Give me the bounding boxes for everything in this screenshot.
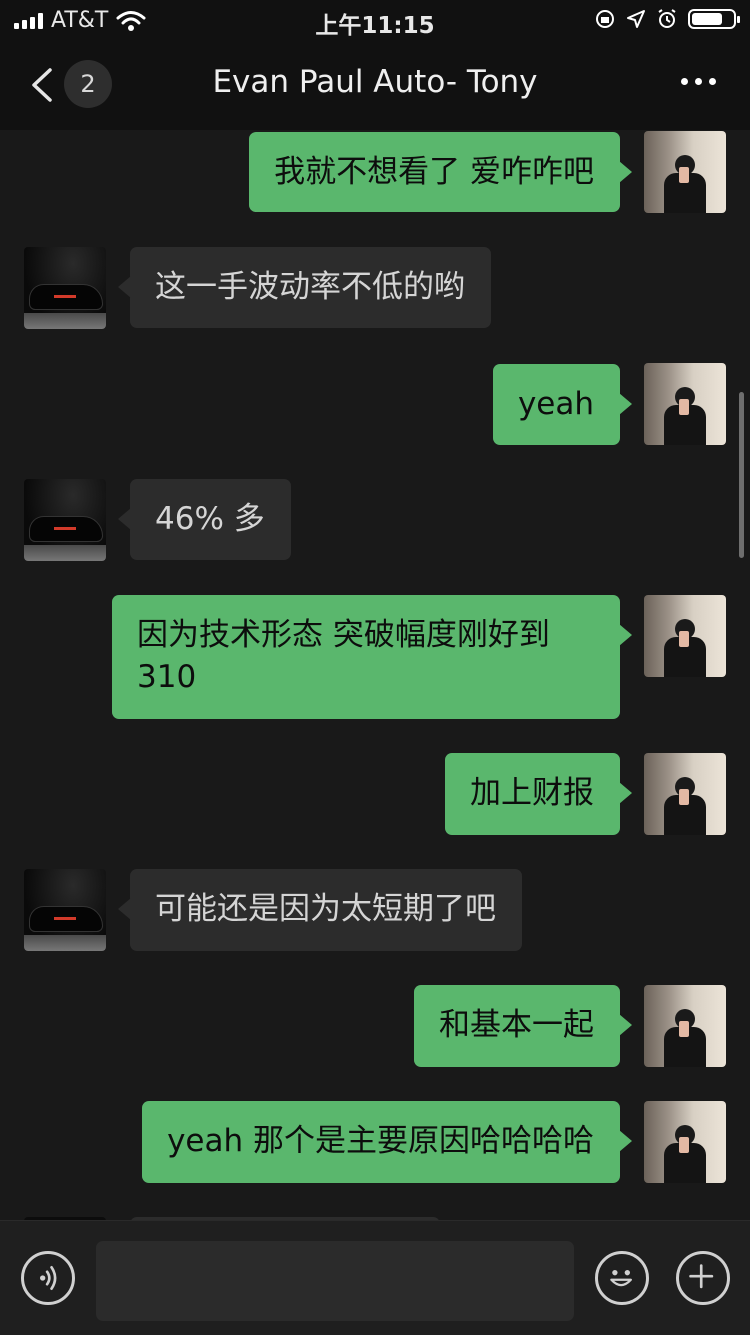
message-bubble[interactable]: 和基本一起: [414, 985, 632, 1067]
my-avatar[interactable]: [644, 595, 726, 677]
message-bubble[interactable]: 我就不想看了 爱咋咋吧: [249, 132, 632, 212]
message-bubble[interactable]: 46% 多: [118, 479, 291, 560]
status-bar: AT&T 上午11:15: [0, 0, 750, 40]
status-right: [594, 8, 740, 30]
unread-count-badge[interactable]: 2: [64, 60, 112, 108]
scrollbar[interactable]: [739, 392, 744, 558]
my-avatar[interactable]: [644, 985, 726, 1067]
my-avatar[interactable]: [644, 131, 726, 213]
chat-area[interactable]: 我就不想看了 爱咋咋吧 这一手波动率不低的哟 yeah 46% 多 因为技术形态…: [0, 130, 750, 1220]
message-bubble[interactable]: 这一手波动率不低的哟: [118, 247, 491, 328]
emoji-icon[interactable]: [595, 1251, 649, 1305]
chat-title: Evan Paul Auto- Tony: [212, 64, 538, 100]
my-avatar[interactable]: [644, 363, 726, 445]
alarm-icon: [658, 9, 676, 28]
message-bubble[interactable]: 加上财报: [445, 753, 632, 835]
orientation-lock-icon: [596, 10, 614, 28]
plus-icon[interactable]: [676, 1251, 730, 1305]
contact-avatar[interactable]: [24, 247, 106, 329]
message-bubble[interactable]: yeah 那个是主要原因哈哈哈哈: [142, 1101, 632, 1183]
location-icon: [627, 10, 645, 28]
more-icon[interactable]: [681, 78, 716, 85]
message-bubble[interactable]: 可能还是因为太短期了吧: [118, 869, 522, 951]
my-avatar[interactable]: [644, 1101, 726, 1183]
voice-icon[interactable]: [21, 1251, 75, 1305]
my-avatar[interactable]: [644, 753, 726, 835]
message-input[interactable]: [96, 1241, 574, 1321]
input-bar: [0, 1220, 750, 1335]
nav-bar: 2 Evan Paul Auto- Tony: [0, 40, 750, 130]
message-bubble[interactable]: yeah: [492, 364, 633, 445]
contact-avatar[interactable]: [24, 869, 106, 951]
message-bubble[interactable]: 因为技术形态 突破幅度刚好到310: [112, 595, 632, 719]
contact-avatar[interactable]: [24, 479, 106, 561]
battery-icon: [688, 9, 740, 29]
chevron-left-icon[interactable]: [28, 68, 58, 102]
